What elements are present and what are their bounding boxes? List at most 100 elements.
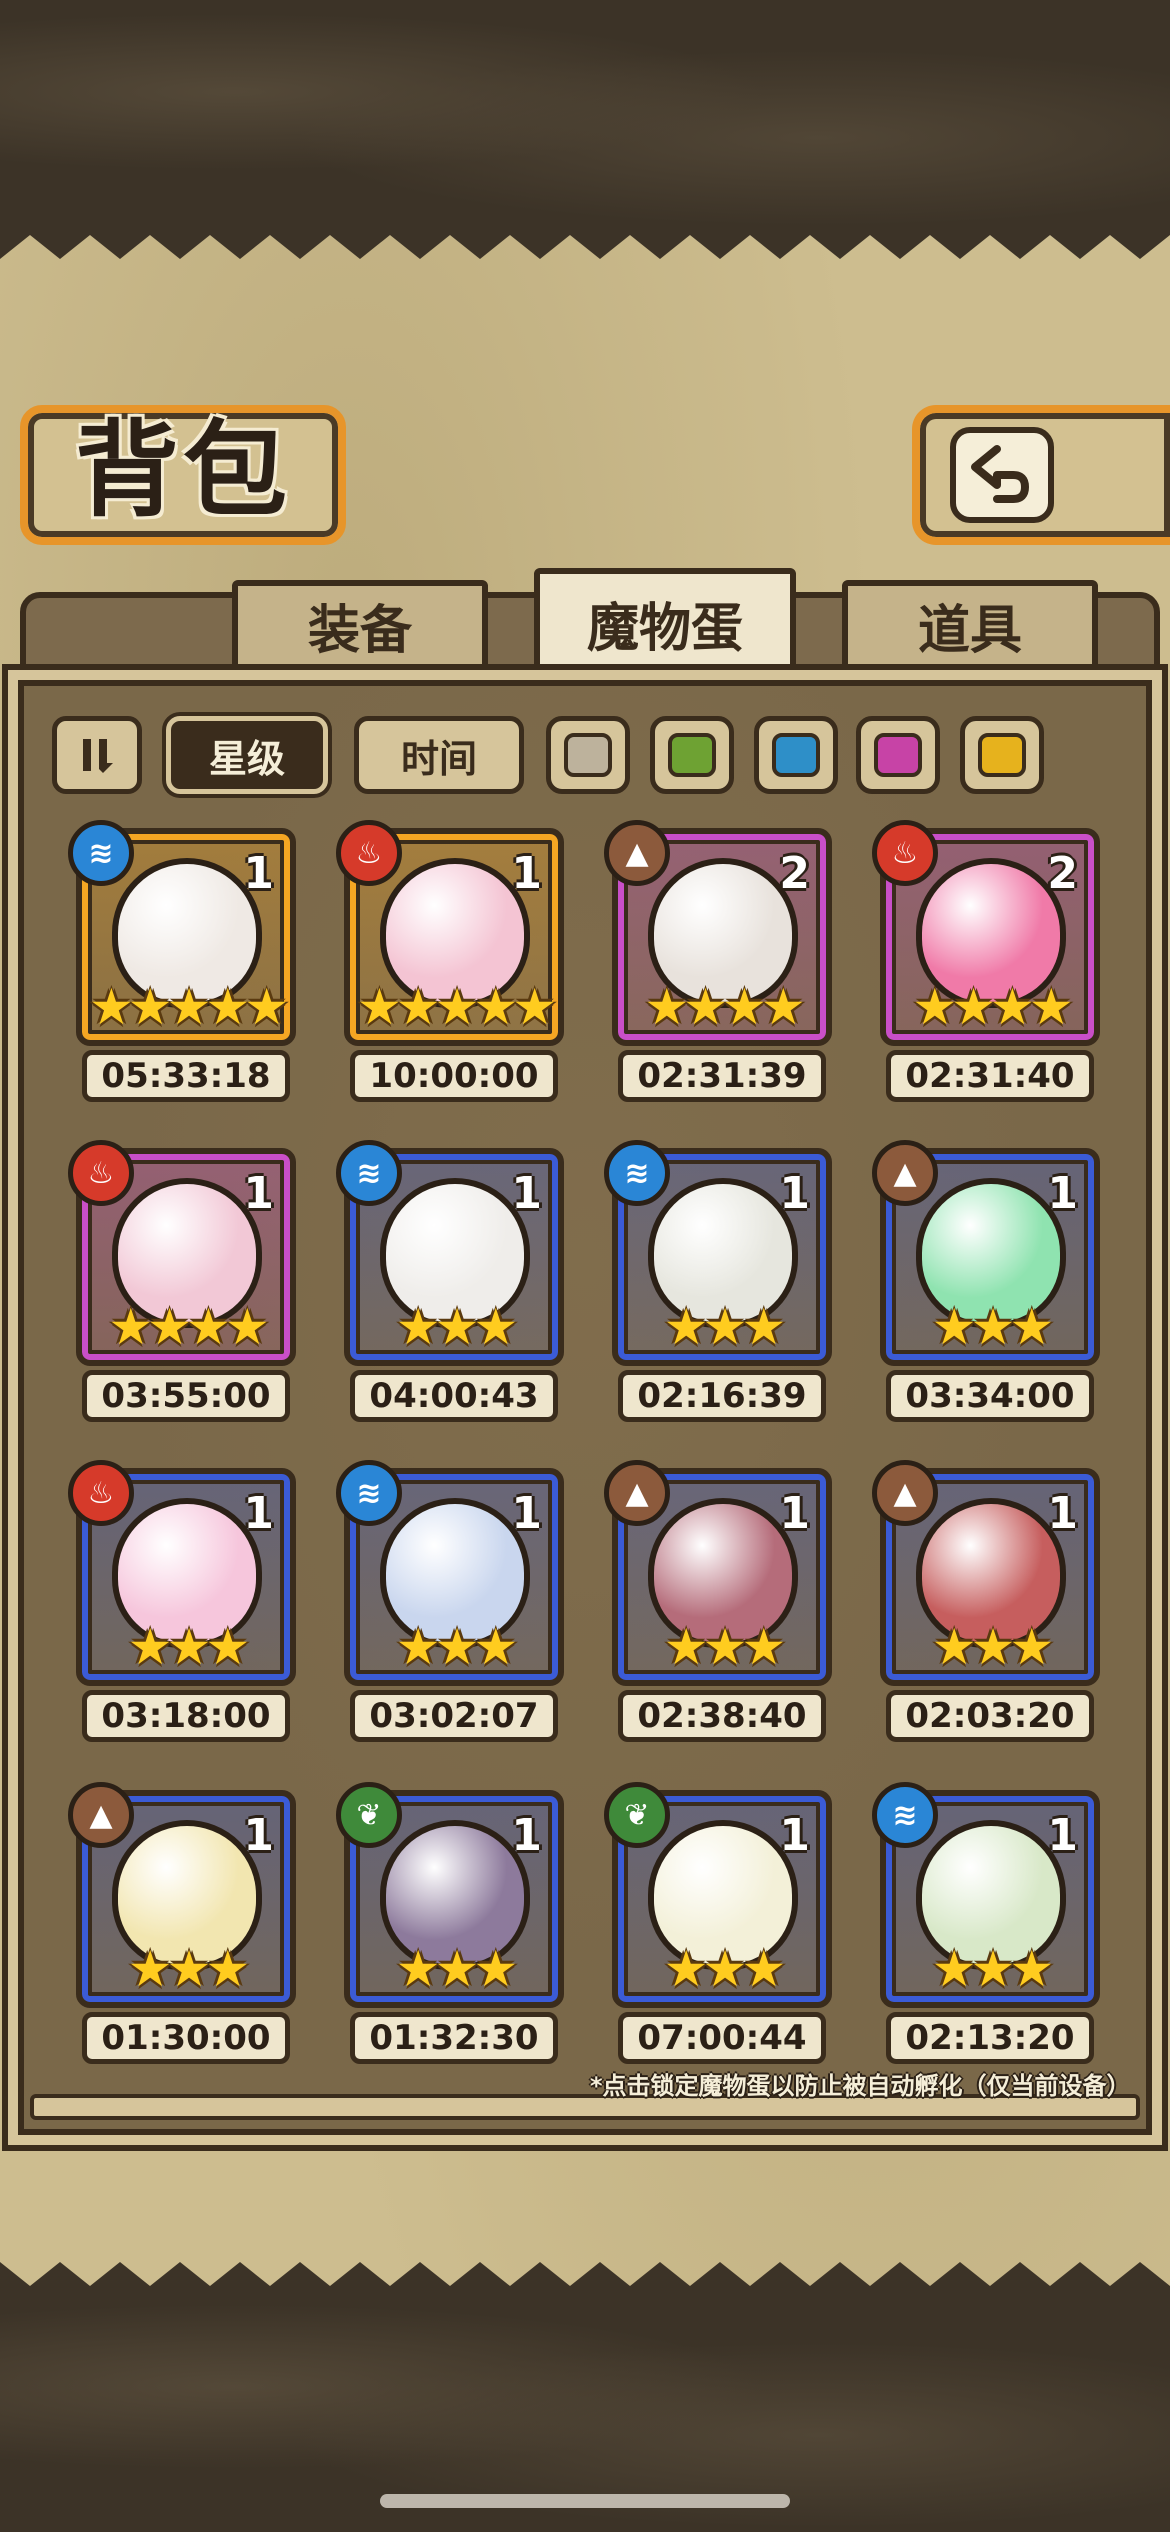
water-wave-icon: ≋ [336,1140,402,1206]
hatch-timer: 01:32:30 [350,2012,558,2064]
leaf-icon: ❦ [604,1782,670,1848]
egg-count: 1 [243,1488,274,1539]
egg-count: 1 [511,1488,542,1539]
egg-count: 1 [779,1488,810,1539]
top-map-band [0,0,1170,230]
egg-card[interactable]: ▲ 1 ★★★ [68,1782,296,2008]
sort-by-time-button[interactable]: 时间 [354,716,524,794]
egg-count: 1 [243,1810,274,1861]
egg-count: 1 [1047,1488,1078,1539]
egg-card[interactable]: ▲ 2 ★★★★ [604,820,832,1046]
egg-count: 1 [779,1810,810,1861]
swatch-green-fill [668,733,716,777]
egg-count: 2 [779,848,810,899]
sort-toggle-icon [83,739,113,773]
home-indicator [380,2494,790,2508]
swatch-gray-fill [564,733,612,777]
swatch-purple-fill [874,733,922,777]
egg-card[interactable]: ♨ 1 ★★★ [68,1460,296,1686]
filter-color-green[interactable] [650,716,734,794]
hatch-timer: 05:33:18 [82,1050,290,1102]
star-rating: ★★★ [395,1940,518,1998]
hatch-timer: 01:30:00 [82,2012,290,2064]
mountain-icon: ▲ [872,1460,938,1526]
sort-by-star-label: 星级 [208,736,285,781]
leaf-icon: ❦ [336,1782,402,1848]
tab-items[interactable]: 道具 [842,580,1098,670]
egg-count: 2 [1047,848,1078,899]
star-rating: ★★★ [663,1940,786,1998]
water-wave-icon: ≋ [68,820,134,886]
hatch-timer: 03:34:00 [886,1370,1094,1422]
back-button[interactable] [912,405,1170,545]
star-rating: ★★★ [663,1618,786,1676]
top-torn-edge [0,225,1170,259]
star-rating: ★★★ [931,1618,1054,1676]
star-rating: ★★★ [663,1298,786,1356]
filter-color-purple[interactable] [856,716,940,794]
tab-monster-egg-label: 魔物蛋 [586,597,743,659]
flame-icon: ♨ [68,1140,134,1206]
hatch-timer: 03:02:07 [350,1690,558,1742]
star-rating: ★★★ [127,1940,250,1998]
hatch-timer: 07:00:44 [618,2012,826,2064]
sort-toggle-button[interactable] [52,716,142,794]
swatch-blue-fill [772,733,820,777]
hatch-timer: 03:18:00 [82,1690,290,1742]
sort-by-time-label: 时间 [400,736,477,781]
water-wave-icon: ≋ [604,1140,670,1206]
egg-card[interactable]: ❦ 1 ★★★ [336,1782,564,2008]
filter-color-gray[interactable] [546,716,630,794]
tab-monster-egg[interactable]: 魔物蛋 [534,568,796,678]
tab-items-label: 道具 [917,599,1022,661]
hatch-timer: 10:00:00 [350,1050,558,1102]
sort-by-star-button[interactable]: 星级 [166,716,328,794]
egg-card[interactable]: ≋ 1 ★★★★★ [68,820,296,1046]
hatch-timer: 02:13:20 [886,2012,1094,2064]
tab-equipment[interactable]: 装备 [232,580,488,670]
star-rating: ★★★ [127,1618,250,1676]
hatch-timer: 02:31:39 [618,1050,826,1102]
egg-card[interactable]: ≋ 1 ★★★ [336,1460,564,1686]
egg-card[interactable]: ❦ 1 ★★★ [604,1782,832,2008]
mountain-icon: ▲ [604,820,670,886]
mountain-icon: ▲ [68,1782,134,1848]
egg-card[interactable]: ♨ 1 ★★★★★ [336,820,564,1046]
egg-card[interactable]: ▲ 1 ★★★ [872,1140,1100,1366]
tab-equipment-label: 装备 [307,599,412,661]
egg-count: 1 [243,848,274,899]
egg-card[interactable]: ≋ 1 ★★★ [336,1140,564,1366]
egg-count: 1 [779,1168,810,1219]
swatch-gold-fill [978,733,1026,777]
star-rating: ★★★★★ [88,978,289,1036]
hatch-timer: 04:00:43 [350,1370,558,1422]
mountain-icon: ▲ [872,1140,938,1206]
star-rating: ★★★★★ [356,978,557,1036]
egg-card[interactable]: ▲ 1 ★★★ [604,1460,832,1686]
egg-count: 1 [511,1810,542,1861]
egg-card[interactable]: ♨ 1 ★★★★ [68,1140,296,1366]
flame-icon: ♨ [68,1460,134,1526]
hatch-timer: 03:55:00 [82,1370,290,1422]
title-plate: 背包 [20,405,346,545]
star-rating: ★★★ [395,1298,518,1356]
egg-count: 1 [1047,1810,1078,1861]
water-wave-icon: ≋ [336,1460,402,1526]
filter-color-gold[interactable] [960,716,1044,794]
egg-card[interactable]: ≋ 1 ★★★ [872,1782,1100,2008]
hatch-timer: 02:03:20 [886,1690,1094,1742]
page-title: 背包 [74,407,291,531]
egg-card[interactable]: ♨ 2 ★★★★ [872,820,1100,1046]
flame-icon: ♨ [336,820,402,886]
egg-count: 1 [1047,1168,1078,1219]
star-rating: ★★★★ [108,1298,269,1356]
return-arrow-icon [950,427,1054,523]
egg-count: 1 [243,1168,274,1219]
bottom-torn-edge [0,2262,1170,2296]
hatch-timer: 02:16:39 [618,1370,826,1422]
hatch-timer: 02:31:40 [886,1050,1094,1102]
egg-card[interactable]: ▲ 1 ★★★ [872,1460,1100,1686]
star-rating: ★★★ [931,1940,1054,1998]
filter-color-blue[interactable] [754,716,838,794]
egg-card[interactable]: ≋ 1 ★★★ [604,1140,832,1366]
